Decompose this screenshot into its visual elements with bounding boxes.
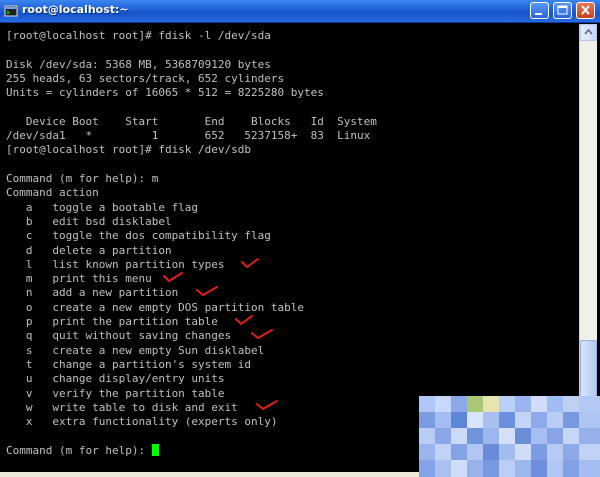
- watermark-mosaic: [419, 396, 600, 477]
- minimize-icon: [535, 13, 542, 15]
- terminal-line-text: s create a new empty Sun disklabel: [6, 343, 265, 357]
- terminal-line: c toggle the dos compatibility flag: [6, 229, 271, 243]
- terminal-line: Units = cylinders of 16065 * 512 = 82252…: [6, 86, 324, 100]
- terminal-line: w write table to disk and exit: [6, 401, 238, 415]
- terminal-line: l list known partition types: [6, 258, 225, 272]
- terminal-line: [root@localhost root]# fdisk /dev/sdb: [6, 143, 251, 157]
- terminal-line: b edit bsd disklabel: [6, 215, 172, 229]
- terminal-line-text: d delete a partition: [6, 243, 172, 257]
- terminal-line-text: l list known partition types: [6, 257, 225, 271]
- arrow-up-icon: [584, 28, 593, 35]
- terminal-line: v verify the partition table: [6, 387, 225, 401]
- terminal-line-text: /dev/sda1 * 1 652 5237158+ 83 Linux: [6, 129, 371, 143]
- terminal-line: Device Boot Start End Blocks Id System: [6, 115, 377, 129]
- terminal-line: 255 heads, 63 sectors/track, 652 cylinde…: [6, 72, 284, 86]
- terminal-line: p print the partition table: [6, 315, 218, 329]
- terminal-app-icon: [4, 5, 18, 17]
- check-mark-icon: [256, 400, 278, 411]
- terminal-line-text: a toggle a bootable flag: [6, 200, 199, 214]
- text-cursor: [151, 443, 159, 456]
- terminal-window: root@localhost:~ [root@localhost root]# …: [0, 0, 600, 477]
- terminal-line-text: w write table to disk and exit: [6, 400, 238, 414]
- terminal-line-text: x extra functionality (experts only): [6, 415, 278, 429]
- terminal-line: d delete a partition: [6, 244, 172, 258]
- terminal-line: q quit without saving changes: [6, 329, 231, 343]
- terminal-line: Command action: [6, 186, 99, 200]
- terminal-line-text: Command action: [6, 186, 99, 200]
- terminal-line-text: Device Boot Start End Blocks Id System: [6, 114, 377, 128]
- minimize-button[interactable]: [530, 2, 549, 19]
- terminal-line-text: Command (m for help): m: [6, 172, 159, 185]
- terminal-line: x extra functionality (experts only): [6, 415, 278, 429]
- terminal-line: Command (m for help):: [6, 443, 159, 458]
- maximize-button[interactable]: [553, 2, 572, 19]
- terminal-line-text: Disk /dev/sda: 5368 MB, 5368709120 bytes: [6, 57, 271, 71]
- terminal-line: u change display/entry units: [6, 372, 225, 386]
- terminal-line-text: m print this menu: [6, 272, 152, 286]
- terminal-line: a toggle a bootable flag: [6, 201, 198, 215]
- window-title: root@localhost:~: [22, 3, 129, 16]
- terminal-line-text: [root@localhost root]# fdisk /dev/sdb: [6, 143, 252, 157]
- terminal-line-text: c toggle the dos compatibility flag: [6, 229, 271, 243]
- close-icon: [581, 5, 590, 15]
- terminal-line: [root@localhost root]# fdisk -l /dev/sda: [6, 29, 271, 43]
- terminal-line-text: t change a partition's system id: [6, 357, 252, 371]
- terminal-line-text: [root@localhost root]# fdisk -l /dev/sda: [6, 29, 271, 42]
- terminal-line-text: o create a new empty DOS partition table: [6, 300, 305, 314]
- terminal-line: Disk /dev/sda: 5368 MB, 5368709120 bytes: [6, 58, 271, 72]
- check-mark-icon: [235, 315, 253, 326]
- terminal-line-text: p print the partition table: [6, 315, 218, 328]
- terminal-line: s create a new empty Sun disklabel: [6, 344, 264, 358]
- terminal-line: n add a new partition: [6, 286, 178, 300]
- terminal-line-text: b edit bsd disklabel: [6, 214, 172, 228]
- scroll-up-button[interactable]: [580, 24, 597, 41]
- terminal-line: Command (m for help): m: [6, 172, 158, 186]
- maximize-icon: [557, 5, 568, 15]
- terminal-line-text: u change display/entry units: [6, 372, 225, 386]
- terminal-line-text: 255 heads, 63 sectors/track, 652 cylinde…: [6, 71, 285, 85]
- check-mark-icon: [196, 286, 218, 297]
- terminal-line-text: n add a new partition: [6, 286, 179, 300]
- check-mark-icon: [251, 329, 273, 340]
- terminal-line-text: v verify the partition table: [6, 386, 225, 400]
- title-bar[interactable]: root@localhost:~: [0, 0, 600, 23]
- terminal-line: t change a partition's system id: [6, 358, 251, 372]
- check-mark-icon: [163, 272, 183, 283]
- terminal-line: /dev/sda1 * 1 652 5237158+ 83 Linux: [6, 129, 370, 143]
- check-mark-icon: [241, 258, 259, 269]
- terminal-line: m print this menu: [6, 272, 152, 286]
- terminal-line: o create a new empty DOS partition table: [6, 301, 304, 315]
- terminal-line-text: q quit without saving changes: [6, 329, 232, 343]
- close-button[interactable]: [576, 2, 595, 19]
- terminal-line-text: Command (m for help):: [6, 443, 152, 457]
- terminal-line-text: Units = cylinders of 16065 * 512 = 82252…: [6, 86, 324, 100]
